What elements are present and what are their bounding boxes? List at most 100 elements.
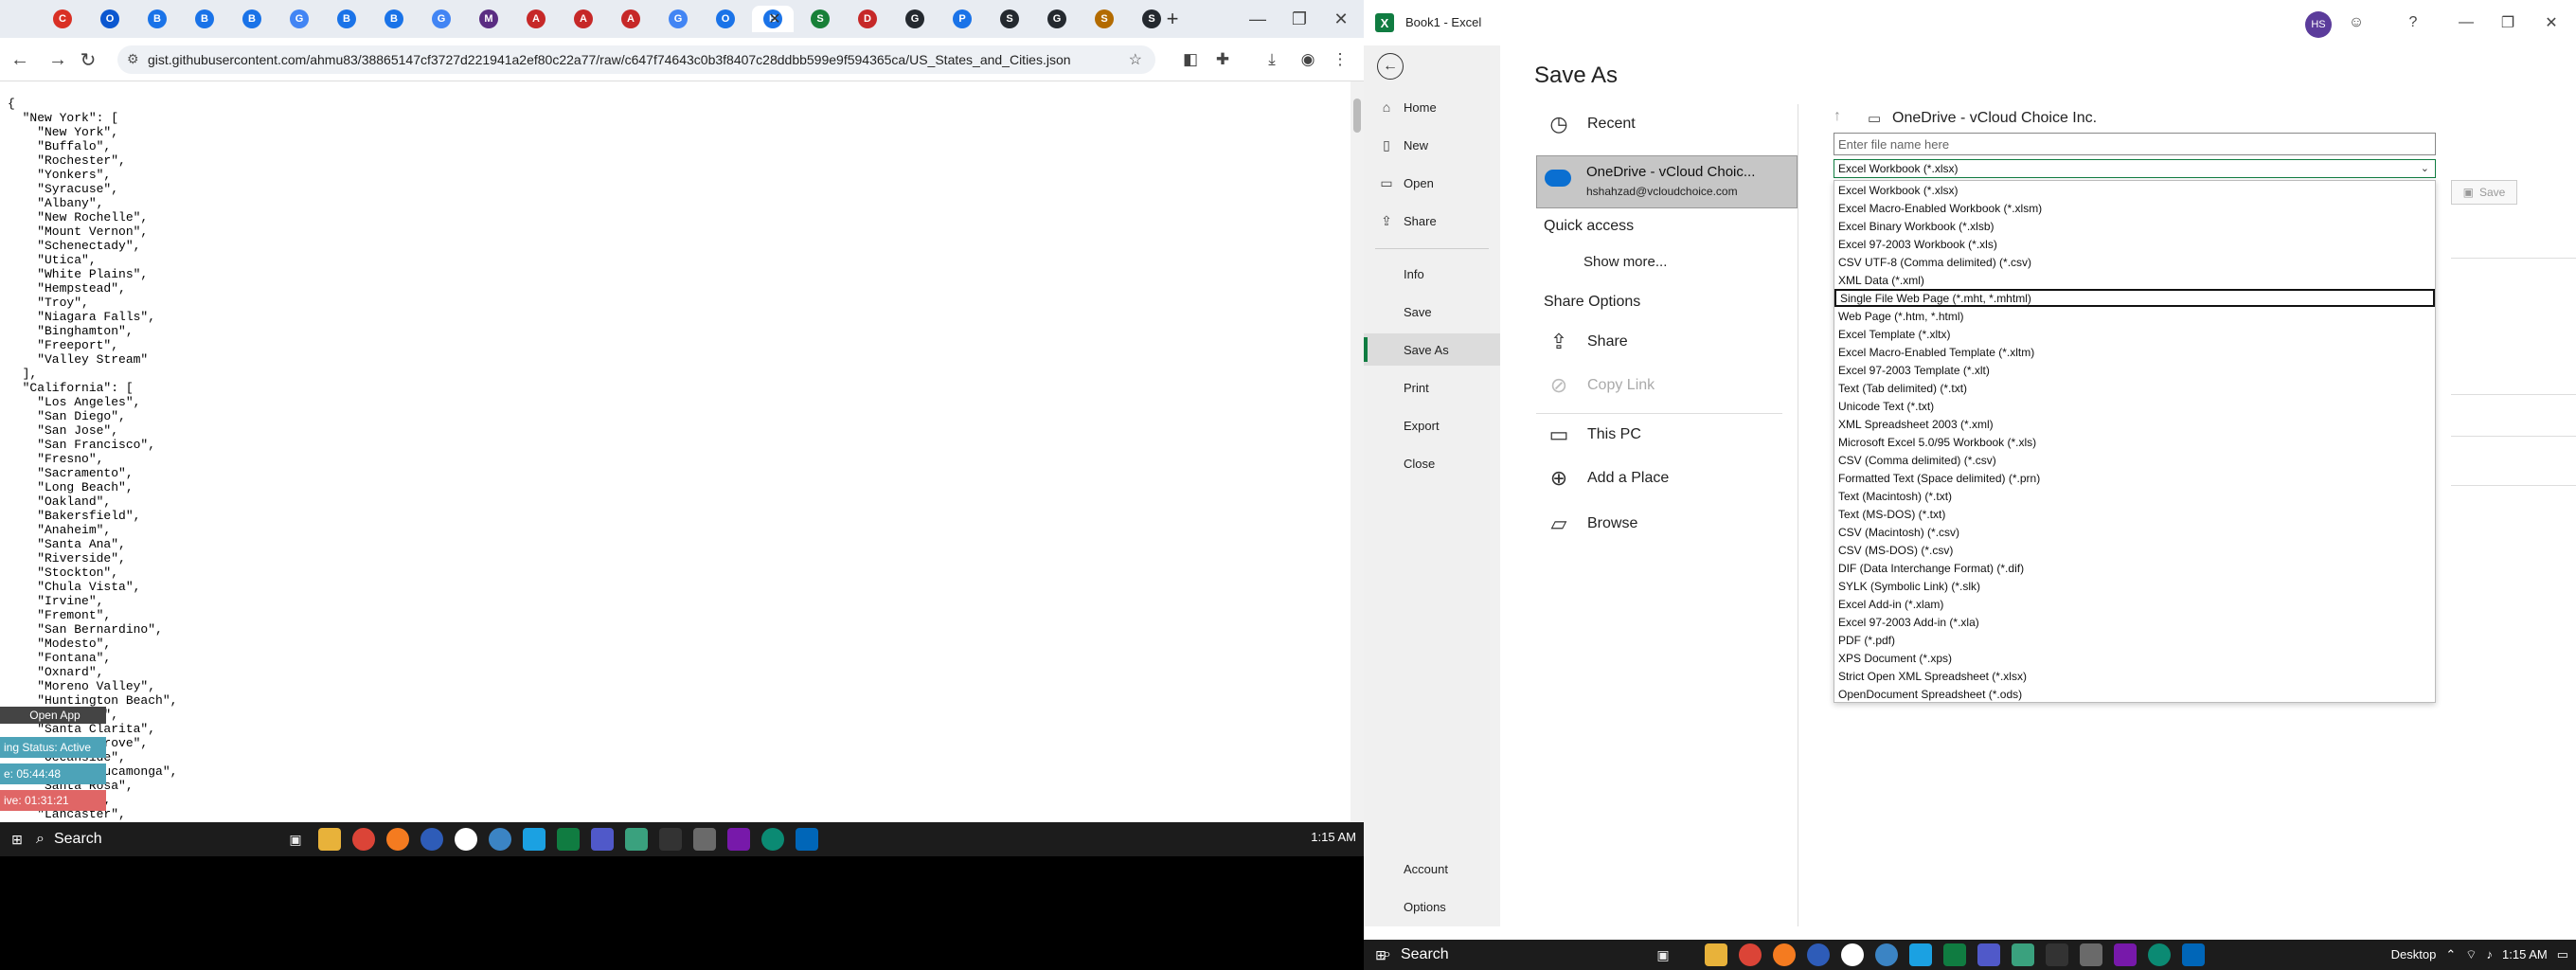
app-icon[interactable] (1875, 943, 1898, 966)
file-type-option[interactable]: Single File Web Page (*.mht, *.mhtml) (1834, 289, 2435, 307)
file-type-option[interactable]: Excel Macro-Enabled Template (*.xltm) (1834, 343, 2435, 361)
tab-close-icon[interactable]: ✕ (765, 9, 784, 28)
browser-tab[interactable]: B (373, 6, 415, 32)
browser-tab[interactable]: S (1083, 6, 1125, 32)
file-type-option[interactable]: OpenDocument Spreadsheet (*.ods) (1834, 685, 2435, 703)
minimize-button[interactable]: — (2453, 11, 2479, 34)
close-window-button[interactable]: ✕ (2538, 11, 2565, 34)
browser-tab[interactable]: G (894, 6, 936, 32)
taskbar-search[interactable]: ⌕ Search (36, 826, 282, 853)
file-type-option[interactable]: XML Data (*.xml) (1834, 271, 2435, 289)
avatar[interactable]: HS (2305, 11, 2332, 38)
bookmark-star-icon[interactable]: ☆ (1129, 50, 1142, 69)
nav-home[interactable]: ⌂ Home (1364, 91, 1500, 123)
file-type-option[interactable]: PDF (*.pdf) (1834, 631, 2435, 649)
nav-new[interactable]: ▯ New (1364, 129, 1500, 161)
taskbar-search[interactable]: ⌕ Search (1383, 942, 1572, 968)
save-button[interactable]: ▣ Save (2451, 180, 2517, 205)
browser-tab[interactable]: G (1036, 6, 1078, 32)
site-info-icon[interactable]: ⚙ (127, 51, 139, 67)
nav-export[interactable]: Export (1364, 409, 1500, 441)
browser-tab[interactable]: G (420, 6, 462, 32)
file-type-option[interactable]: Microsoft Excel 5.0/95 Workbook (*.xls) (1834, 433, 2435, 451)
puzzle-icon[interactable]: ✚ (1210, 47, 1235, 72)
vscode-icon[interactable] (2182, 943, 2205, 966)
location-browse[interactable]: ▱ Browse (1536, 504, 1798, 544)
open-app-button[interactable]: Open App (0, 707, 106, 724)
nav-save[interactable]: Save (1364, 296, 1500, 328)
nav-open[interactable]: ▭ Open (1364, 167, 1500, 199)
file-type-option[interactable]: DIF (Data Interchange Format) (*.dif) (1834, 559, 2435, 577)
browser-tab[interactable]: O (705, 6, 746, 32)
file-type-option[interactable]: Excel 97-2003 Workbook (*.xls) (1834, 235, 2435, 253)
app-icon[interactable] (659, 828, 682, 851)
back-icon[interactable]: ← (8, 47, 32, 72)
close-window-button[interactable]: ✕ (1324, 6, 1358, 32)
nav-print[interactable]: Print (1364, 371, 1500, 404)
app-icon[interactable] (455, 828, 477, 851)
nav-options[interactable]: Options (1364, 890, 1500, 923)
menu-icon[interactable]: ⋮ (1328, 47, 1352, 72)
restore-button[interactable]: ❐ (2495, 11, 2521, 34)
app-icon[interactable] (625, 828, 648, 851)
file-type-option[interactable]: Text (Tab delimited) (*.txt) (1834, 379, 2435, 397)
app-icon[interactable] (1841, 943, 1864, 966)
file-type-option[interactable]: Web Page (*.htm, *.html) (1834, 307, 2435, 325)
help-icon[interactable]: ? (2400, 11, 2426, 34)
download-icon[interactable]: ⤓ (1260, 47, 1284, 72)
address-bar[interactable]: ⚙ gist.githubusercontent.com/ahmu83/3886… (117, 45, 1155, 74)
edge-icon[interactable] (761, 828, 784, 851)
task-view-icon[interactable]: ▣ (284, 828, 307, 851)
browser-tab[interactable]: B (231, 6, 273, 32)
onenote-icon[interactable] (2114, 943, 2137, 966)
app-icon[interactable] (523, 828, 546, 851)
app-icon[interactable] (2046, 943, 2068, 966)
file-type-option[interactable]: CSV UTF-8 (Comma delimited) (*.csv) (1834, 253, 2435, 271)
vscode-icon[interactable] (796, 828, 818, 851)
file-explorer-icon[interactable] (318, 828, 341, 851)
browser-tab[interactable]: A (610, 6, 652, 32)
app-icon[interactable] (386, 828, 409, 851)
file-type-option[interactable]: Excel 97-2003 Template (*.xlt) (1834, 361, 2435, 379)
browser-tab[interactable]: B (326, 6, 367, 32)
file-type-option[interactable]: Excel Binary Workbook (*.xlsb) (1834, 217, 2435, 235)
browser-tab[interactable]: D (847, 6, 888, 32)
app-icon[interactable] (2012, 943, 2034, 966)
browser-tab[interactable]: S (989, 6, 1030, 32)
file-type-option[interactable]: Unicode Text (*.txt) (1834, 397, 2435, 415)
nav-save-as[interactable]: Save As (1364, 333, 1500, 366)
file-type-option[interactable]: XPS Document (*.xps) (1834, 649, 2435, 667)
file-type-option[interactable]: Excel Macro-Enabled Workbook (*.xlsm) (1834, 199, 2435, 217)
file-type-option[interactable]: SYLK (Symbolic Link) (*.slk) (1834, 577, 2435, 595)
file-type-option[interactable]: CSV (MS-DOS) (*.csv) (1834, 541, 2435, 559)
app-icon[interactable] (489, 828, 511, 851)
location-share[interactable]: ⇪ Share (1536, 322, 1798, 362)
breadcrumb[interactable]: OneDrive - vCloud Choice Inc. (1892, 110, 2097, 127)
location-recent[interactable]: ◷ Recent (1536, 104, 1798, 144)
app-icon[interactable] (693, 828, 716, 851)
minimize-button[interactable]: — (1241, 6, 1275, 32)
profile-icon[interactable]: ◉ (1296, 47, 1320, 72)
browser-tab[interactable]: S (799, 6, 841, 32)
location-onedrive[interactable]: OneDrive - vCloud Choic... hshahzad@vclo… (1536, 155, 1798, 208)
onenote-icon[interactable] (727, 828, 750, 851)
file-type-option[interactable]: Excel Workbook (*.xlsx) (1834, 181, 2435, 199)
file-type-option[interactable]: Strict Open XML Spreadsheet (*.xlsx) (1834, 667, 2435, 685)
app-icon[interactable] (2080, 943, 2102, 966)
up-arrow-icon[interactable]: ↑ (1834, 108, 1856, 125)
nav-close[interactable]: Close (1364, 447, 1500, 479)
back-arrow-icon[interactable]: ← (1377, 53, 1404, 80)
new-tab-button[interactable]: + (1161, 7, 1184, 30)
scrollbar-thumb[interactable] (1353, 99, 1361, 133)
chrome-icon[interactable] (352, 828, 375, 851)
edge-icon[interactable] (2148, 943, 2171, 966)
teams-icon[interactable] (1977, 943, 2000, 966)
desktop-label[interactable]: Desktop (2391, 947, 2437, 962)
task-view-icon[interactable]: ▣ (1652, 943, 1674, 966)
browser-tab[interactable]: B (136, 6, 178, 32)
browser-tab[interactable]: G (278, 6, 320, 32)
nav-info[interactable]: Info (1364, 258, 1500, 290)
restore-button[interactable]: ❐ (1282, 6, 1316, 32)
app-icon[interactable] (420, 828, 443, 851)
file-type-option[interactable]: Formatted Text (Space delimited) (*.prn) (1834, 469, 2435, 487)
